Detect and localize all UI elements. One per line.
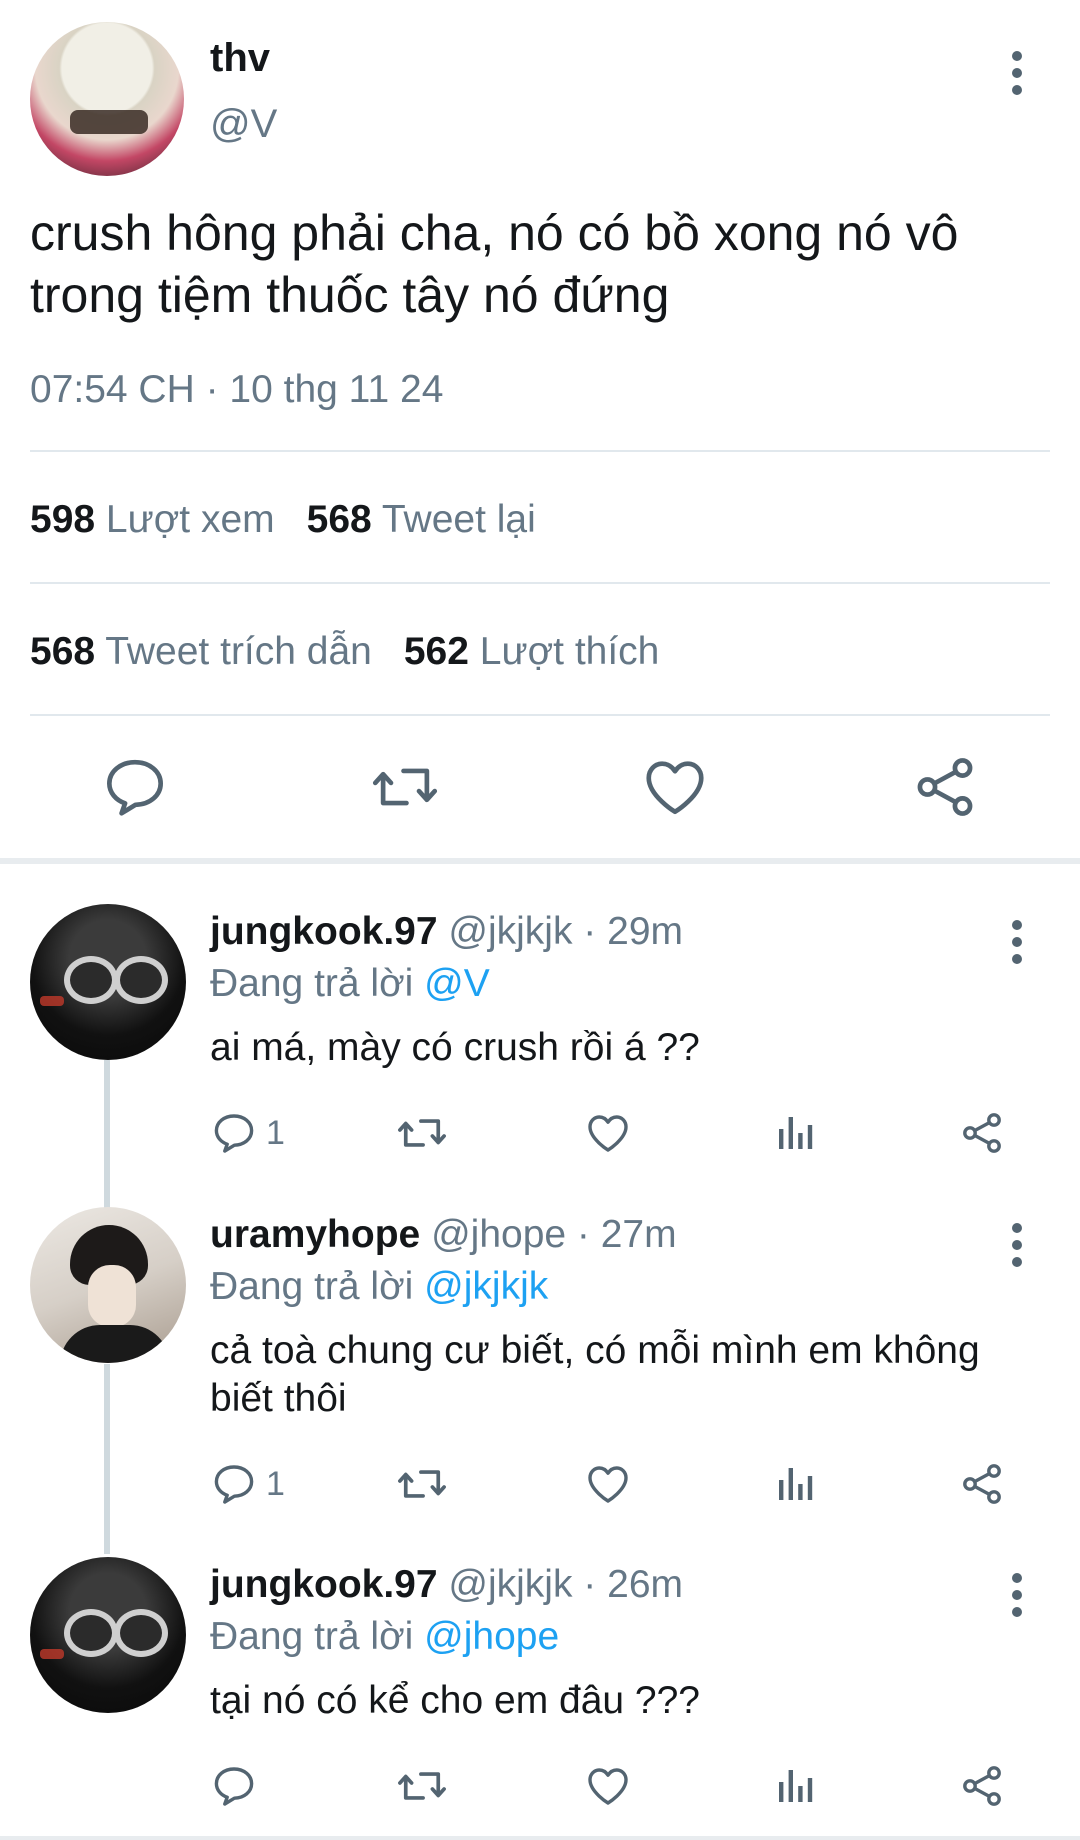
analytics-icon[interactable] [772, 1759, 820, 1813]
reply-icon [214, 1767, 254, 1806]
reply-meta: @jkjkjk · 26m [448, 1563, 683, 1606]
tweet-timestamp[interactable]: 07:54 CH · 10 thg 11 24 [30, 368, 443, 412]
reply-header: jungkook.97 @jkjkjk · 29m [210, 910, 683, 954]
likes-count: 562 [403, 630, 469, 673]
retweet-icon[interactable] [396, 1759, 448, 1813]
share-icon[interactable] [958, 1457, 1006, 1511]
like-icon[interactable] [584, 1759, 632, 1813]
likes-stat[interactable]: 562 Lượt thích [404, 630, 660, 673]
share-icon[interactable] [910, 752, 980, 822]
retweets-count: 568 [306, 498, 372, 541]
share-icon[interactable] [958, 1759, 1006, 1813]
tweet-detail-page: thv @V crush hông phải cha, nó có bồ xon… [0, 0, 1080, 1840]
views-stat[interactable]: 598 Lượt xem [30, 498, 275, 541]
retweet-icon[interactable] [370, 752, 440, 822]
reply-action-bar: 1 [0, 1457, 1080, 1511]
tweet-text: crush hông phải cha, nó có bồ xong nó vô… [30, 202, 1050, 326]
replying-to: Đang trả lời @jkjkjk [210, 1265, 548, 1309]
reply-count: 1 [266, 1113, 285, 1152]
retweets-stat[interactable]: 568 Tweet lại [307, 498, 536, 541]
replying-prefix: Đang trả lời [210, 1615, 425, 1658]
divider [30, 450, 1050, 452]
reply-meta: @jkjkjk · 29m [448, 910, 683, 953]
divider [30, 714, 1050, 716]
more-options-icon[interactable] [1011, 51, 1023, 95]
reply-icon [214, 1465, 254, 1504]
retweet-icon[interactable] [396, 1106, 448, 1160]
tweet-text-line: trong tiệm thuốc tây nó đứng [30, 267, 670, 323]
like-icon[interactable] [584, 1106, 632, 1160]
reply-action-bar [0, 1759, 1080, 1813]
more-options-icon[interactable] [1011, 1573, 1023, 1617]
main-tweet: thv @V crush hông phải cha, nó có bồ xon… [0, 0, 1080, 860]
likes-label: Lượt thích [479, 630, 660, 673]
divider [30, 582, 1050, 584]
tweet-text-line: crush hông phải cha, nó có bồ xong nó vô [30, 205, 959, 261]
stats-row-views-retweets: 598 Lượt xem 568 Tweet lại [30, 498, 536, 542]
reply-author-name[interactable]: uramyhope [210, 1213, 420, 1256]
replying-to: Đang trả lời @jhope [210, 1615, 559, 1659]
replying-prefix: Đang trả lời [210, 1265, 425, 1308]
like-icon[interactable] [640, 752, 710, 822]
like-icon[interactable] [584, 1457, 632, 1511]
more-options-icon[interactable] [1011, 920, 1023, 964]
reply-icon[interactable] [100, 752, 170, 822]
reply-reply-button[interactable]: 1 [210, 1457, 285, 1511]
reply-text: ai má, mày có crush rồi á ?? [210, 1026, 700, 1069]
reply-avatar[interactable] [30, 1207, 186, 1363]
replying-to: Đang trả lời @V [210, 962, 490, 1006]
reply-avatar[interactable] [30, 904, 186, 1060]
replying-mention[interactable]: @jhope [424, 1615, 559, 1658]
reply-meta: @jhope · 27m [431, 1213, 677, 1256]
reply-count: 1 [266, 1464, 285, 1503]
section-separator [0, 858, 1080, 864]
reply-reply-button[interactable]: 1 [210, 1106, 285, 1160]
author-avatar[interactable] [30, 22, 184, 176]
reply-author-name[interactable]: jungkook.97 [210, 1563, 438, 1606]
share-icon[interactable] [958, 1106, 1006, 1160]
replying-mention[interactable]: @V [424, 962, 490, 1005]
reply-reply-button[interactable] [210, 1759, 258, 1813]
reply-text: cả toà chung cư biết, có mỗi mình em khô… [210, 1327, 1040, 1423]
more-options-icon[interactable] [1011, 1223, 1023, 1267]
quotes-count: 568 [30, 630, 96, 673]
quotes-stat[interactable]: 568 Tweet trích dẫn [30, 630, 372, 673]
views-label: Lượt xem [105, 498, 275, 541]
views-count: 598 [30, 498, 96, 541]
stats-row-quotes-likes: 568 Tweet trích dẫn 562 Lượt thích [30, 630, 659, 674]
bottom-separator [0, 1836, 1080, 1840]
author-handle[interactable]: @V [210, 102, 277, 147]
retweets-label: Tweet lại [381, 498, 536, 541]
reply-avatar[interactable] [30, 1557, 186, 1713]
analytics-icon[interactable] [772, 1106, 820, 1160]
reply-action-bar: 1 [0, 1106, 1080, 1160]
main-action-bar [0, 752, 1080, 822]
reply-header: uramyhope @jhope · 27m [210, 1213, 677, 1257]
analytics-icon[interactable] [772, 1457, 820, 1511]
quotes-label: Tweet trích dẫn [105, 630, 372, 673]
reply-icon [214, 1114, 254, 1153]
retweet-icon[interactable] [396, 1457, 448, 1511]
reply-text: tại nó có kể cho em đâu ??? [210, 1679, 700, 1722]
replying-mention[interactable]: @jkjkjk [424, 1265, 548, 1308]
author-name[interactable]: thv [210, 36, 270, 81]
reply-author-name[interactable]: jungkook.97 [210, 910, 438, 953]
reply-text-line: cả toà chung cư biết, có mỗi mình em khô… [210, 1329, 980, 1372]
replying-prefix: Đang trả lời [210, 962, 425, 1005]
reply-header: jungkook.97 @jkjkjk · 26m [210, 1563, 683, 1607]
reply-text-line: biết thôi [210, 1377, 347, 1420]
